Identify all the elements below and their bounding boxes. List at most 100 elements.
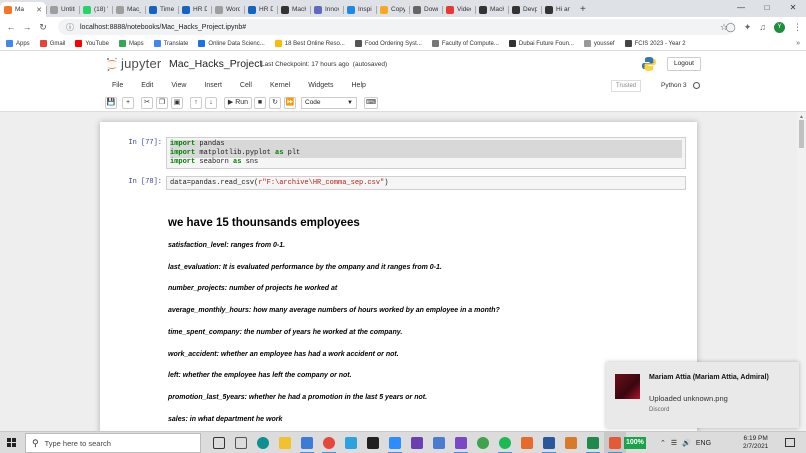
trusted-badge[interactable]: Trusted xyxy=(611,80,642,92)
sublime-icon[interactable] xyxy=(516,432,538,453)
show-hidden-icon[interactable]: ⌃ xyxy=(660,439,666,447)
logout-button[interactable]: Logout xyxy=(667,57,701,71)
menu-item[interactable]: Edit xyxy=(132,77,162,95)
network-icon[interactable]: ☰ xyxy=(671,439,677,447)
bookmark-item[interactable]: youssef xyxy=(583,40,615,47)
store-icon[interactable] xyxy=(296,432,318,453)
windows-start-icon[interactable] xyxy=(7,438,17,448)
music-icon[interactable]: ♫ xyxy=(759,22,766,32)
browser-tab[interactable]: Copy c xyxy=(376,2,409,17)
discord-notification[interactable]: Mariam Attia (Mariam Attia, Admiral) Upl… xyxy=(606,362,799,428)
more-bookmarks-icon[interactable]: » xyxy=(796,40,800,47)
menu-item[interactable]: File xyxy=(103,77,132,95)
bookmark-item[interactable]: Gmail xyxy=(39,40,65,47)
browser-tab[interactable]: MacHa xyxy=(475,2,508,17)
new-tab-button[interactable]: + xyxy=(580,2,586,17)
keyboard-icon[interactable]: ⌨ xyxy=(364,97,378,109)
stop-icon[interactable]: ■ xyxy=(254,97,266,109)
paste-icon[interactable]: ▣ xyxy=(171,97,183,109)
menu-item[interactable]: View xyxy=(162,77,195,95)
browser-tab[interactable]: MacHa xyxy=(277,2,310,17)
insert-cell-icon[interactable]: + xyxy=(122,97,134,109)
extensions-puzzle-icon[interactable]: ✦ xyxy=(744,22,752,33)
battery-indicator[interactable]: 100% xyxy=(624,437,646,449)
browser-tab[interactable]: Downl xyxy=(409,2,442,17)
browser-tab[interactable]: Time C xyxy=(145,2,178,17)
bookmark-item[interactable]: Dubai Future Foun... xyxy=(508,40,574,47)
file-explorer-icon[interactable] xyxy=(274,432,296,453)
close-window-icon[interactable]: ✕ xyxy=(780,0,806,17)
widgets-icon[interactable] xyxy=(230,432,252,453)
menu-kebab-icon[interactable]: ⋮ xyxy=(793,22,802,33)
chrome-icon[interactable] xyxy=(318,432,340,453)
volume-icon[interactable]: 🔊 xyxy=(682,439,691,447)
photos-icon[interactable] xyxy=(340,432,362,453)
pycharm-icon[interactable] xyxy=(582,432,604,453)
menu-item[interactable]: Cell xyxy=(231,77,261,95)
notebook-name[interactable]: Mac_Hacks_Project xyxy=(169,58,262,70)
jupyter-logo[interactable]: jupyter xyxy=(106,56,161,71)
word-icon[interactable] xyxy=(538,432,560,453)
browser-tab[interactable]: HR Da xyxy=(178,2,211,17)
omnibox[interactable]: ⓘ localhost:8888/notebooks/Mac_Hacks_Pro… xyxy=(58,19,734,35)
zoom-icon[interactable] xyxy=(384,432,406,453)
browser-tab[interactable]: Untitle xyxy=(46,2,79,17)
tab-close-icon[interactable]: ✕ xyxy=(36,6,42,14)
bookmark-item[interactable]: Maps xyxy=(118,40,144,47)
player-icon[interactable] xyxy=(560,432,582,453)
browser-tab[interactable]: Word c xyxy=(211,2,244,17)
bookmark-item[interactable]: 18 Best Online Reso... xyxy=(274,40,345,47)
browser-tab[interactable]: HR Da xyxy=(244,2,277,17)
bookmark-item[interactable]: Online Data Scienc... xyxy=(198,40,265,47)
move-up-icon[interactable]: ↑ xyxy=(190,97,202,109)
code-cell-1[interactable]: import pandas import matplotlib.pyplot a… xyxy=(166,137,686,169)
menu-item[interactable]: Widgets xyxy=(299,77,342,95)
language-indicator[interactable]: ENG xyxy=(696,440,711,447)
browser-tab[interactable]: Video xyxy=(442,2,475,17)
vscode-icon[interactable] xyxy=(450,432,472,453)
browser-tab[interactable]: Inspira xyxy=(343,2,376,17)
extension-shield-icon[interactable]: ◯ xyxy=(726,22,736,33)
info-icon[interactable]: ⓘ xyxy=(66,22,74,33)
taskbar-search[interactable]: ⚲ Type here to search xyxy=(25,433,201,453)
cut-icon[interactable]: ✂ xyxy=(141,97,153,109)
taskbar-clock[interactable]: 6:19 PM 2/7/2021 xyxy=(743,435,768,451)
browser-tab[interactable]: Innova xyxy=(310,2,343,17)
menu-item[interactable]: Kernel xyxy=(261,77,299,95)
task-view-icon[interactable] xyxy=(208,432,230,453)
scrollbar-thumb[interactable] xyxy=(799,120,804,148)
menu-item[interactable]: Help xyxy=(343,77,375,95)
bookmark-item[interactable]: Translate xyxy=(153,40,188,47)
vs-icon[interactable] xyxy=(406,432,428,453)
bookmark-item[interactable]: Faculty of Compute... xyxy=(431,40,499,47)
move-down-icon[interactable]: ↓ xyxy=(205,97,217,109)
url-text[interactable]: localhost:8888/notebooks/Mac_Hacks_Proje… xyxy=(80,24,246,31)
run-button[interactable]: ▶ Run xyxy=(224,97,252,109)
action-center-icon[interactable] xyxy=(785,438,795,447)
maximize-icon[interactable]: □ xyxy=(754,0,780,17)
browser-tab[interactable]: Hi and xyxy=(541,2,574,17)
cell-type-select[interactable]: Code ▼ xyxy=(301,97,357,109)
browser-tab[interactable]: (18) W xyxy=(79,2,112,17)
copy-icon[interactable]: ❐ xyxy=(156,97,168,109)
bookmark-item[interactable]: FCIS 2023 - Year 2 xyxy=(624,40,686,47)
restart-icon[interactable]: ↻ xyxy=(269,97,281,109)
reload-icon[interactable]: ↻ xyxy=(35,22,51,33)
profile-avatar[interactable]: Y xyxy=(774,21,785,33)
save-icon[interactable]: 💾 xyxy=(105,97,117,109)
discord-icon[interactable] xyxy=(604,432,626,453)
menu-item[interactable]: Insert xyxy=(195,77,231,95)
bookmark-item[interactable]: YouTube xyxy=(75,40,109,47)
back-icon[interactable]: ← xyxy=(3,22,19,32)
restart-run-all-icon[interactable]: ⏩ xyxy=(284,97,296,109)
cube-icon[interactable] xyxy=(428,432,450,453)
bookmark-item[interactable]: Food Ordering Syst... xyxy=(354,40,422,47)
edge-icon[interactable] xyxy=(252,432,274,453)
browser-tab[interactable]: Mac_h xyxy=(112,2,145,17)
forward-icon[interactable]: → xyxy=(19,22,35,32)
circle-app-icon[interactable] xyxy=(472,432,494,453)
code-cell-2[interactable]: data=pandas.read_csv(r"F:\archive\HR_com… xyxy=(166,176,686,190)
spotify-icon[interactable] xyxy=(494,432,516,453)
browser-tab[interactable]: Devpo xyxy=(508,2,541,17)
bookmark-item[interactable]: Apps xyxy=(6,40,30,47)
